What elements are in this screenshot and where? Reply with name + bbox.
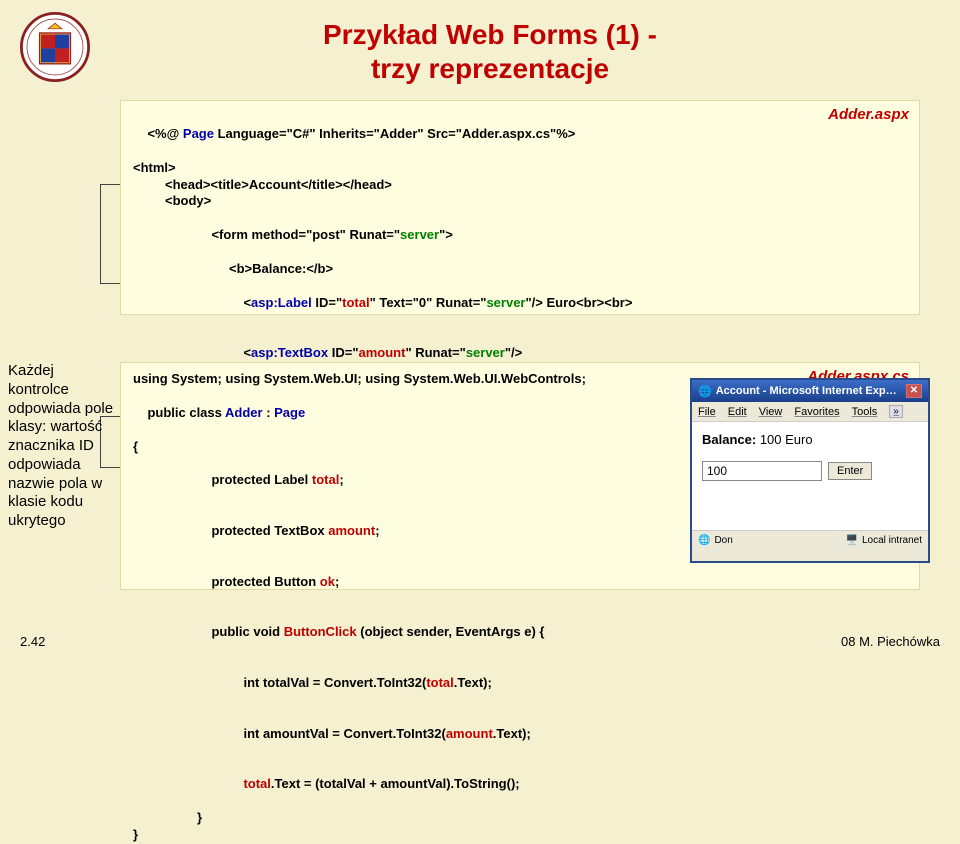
university-logo: [20, 12, 90, 82]
balance-value: 100 Euro: [760, 432, 813, 447]
connector-bracket-1: [100, 184, 122, 284]
browser-menu: File Edit View Favorites Tools »: [692, 402, 928, 422]
browser-window: 🌐 Account - Microsoft Internet Exp… ✕ Fi…: [690, 378, 930, 563]
title-line1: Przykład Web Forms (1) -: [120, 18, 860, 52]
status-left: Don: [714, 535, 732, 546]
title-line2: trzy reprezentacje: [120, 52, 860, 86]
browser-content: Balance: 100 Euro Enter: [692, 422, 928, 530]
slide-title: Przykład Web Forms (1) - trzy reprezenta…: [120, 18, 860, 85]
balance-label: Balance:: [702, 432, 756, 447]
menu-favorites[interactable]: Favorites: [794, 406, 839, 418]
filename-label: Adder.aspx: [828, 105, 909, 125]
code-panel-aspx: Adder.aspx <%@ Page Language="C#" Inheri…: [120, 100, 920, 315]
ie-icon: 🌐: [698, 385, 712, 398]
intranet-icon: 🖥️: [846, 535, 858, 546]
enter-button[interactable]: Enter: [828, 462, 872, 480]
slide-number: 2.42: [20, 634, 45, 649]
window-title: Account - Microsoft Internet Exp…: [716, 385, 897, 397]
menu-more-icon[interactable]: »: [889, 405, 903, 418]
menu-file[interactable]: File: [698, 406, 716, 418]
browser-statusbar: 🌐 Don 🖥️ Local intranet: [692, 530, 928, 550]
side-note: Każdej kontrolce odpowiada pole klasy: w…: [8, 362, 116, 531]
browser-titlebar: 🌐 Account - Microsoft Internet Exp… ✕: [692, 380, 928, 402]
status-right: Local intranet: [862, 535, 922, 546]
page-icon: 🌐: [698, 535, 710, 546]
slide-author: 08 M. Piechówka: [841, 634, 940, 649]
menu-tools[interactable]: Tools: [852, 406, 878, 418]
menu-edit[interactable]: Edit: [728, 406, 747, 418]
close-icon[interactable]: ✕: [906, 384, 922, 398]
menu-view[interactable]: View: [759, 406, 783, 418]
amount-input[interactable]: [702, 461, 822, 481]
